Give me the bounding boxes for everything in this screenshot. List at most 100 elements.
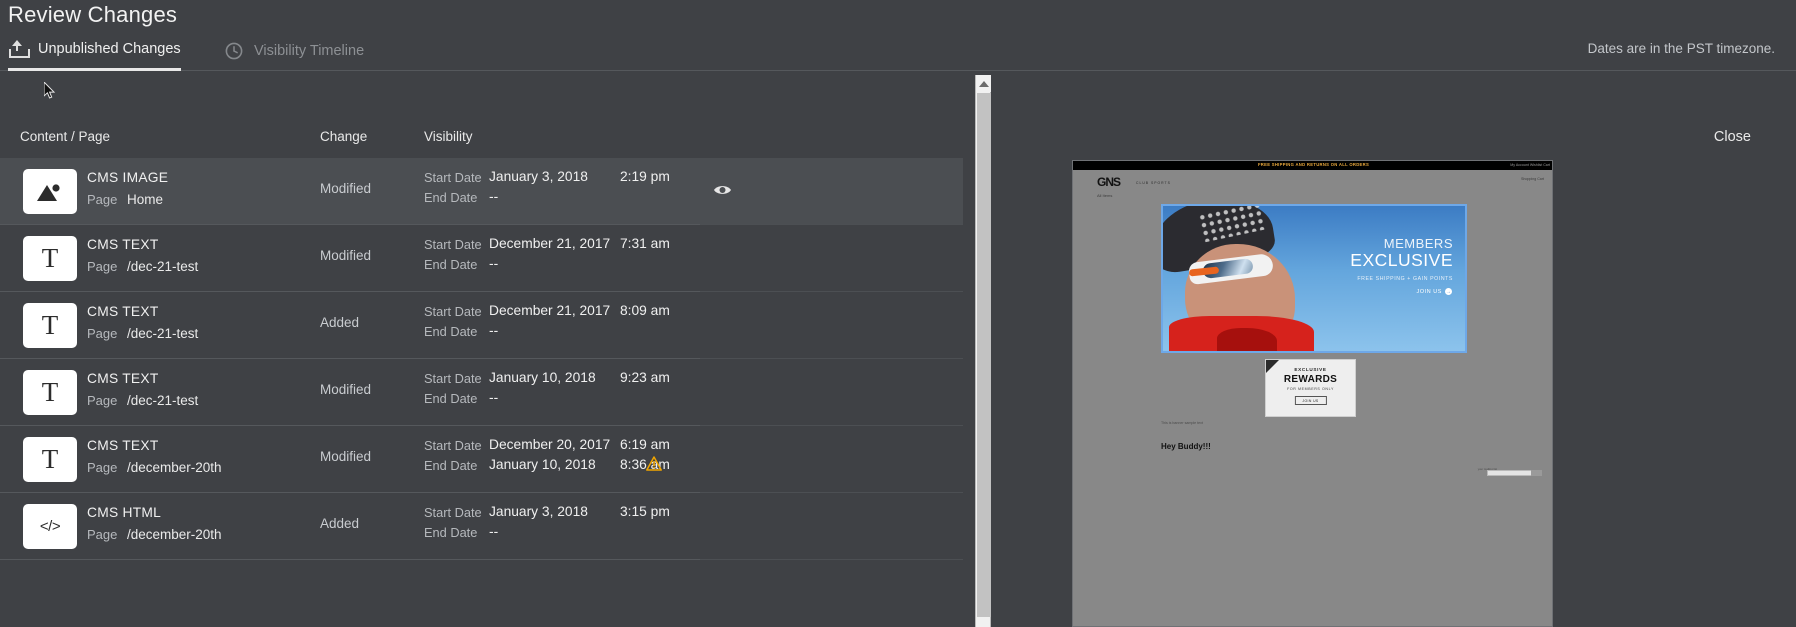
- table-row[interactable]: T CMS TEXT Page/dec-21-test Modified Start D…: [0, 359, 963, 426]
- preview-hero-cta-label: JOIN US: [1416, 288, 1442, 295]
- tab-unpublished-changes[interactable]: Unpublished Changes: [8, 30, 181, 71]
- preview-promo-text: FREE SHIPPING AND RETURNS ON ALL ORDERS: [1257, 162, 1370, 167]
- preview-hero-text: MEMBERS EXCLUSIVE FREE SHIPPING + GAIN P…: [1350, 236, 1453, 282]
- row-content-type: CMS TEXT: [87, 438, 159, 453]
- text-icon: T: [23, 303, 77, 348]
- preview-logo: GNS: [1097, 175, 1121, 189]
- chevron-up-icon: [979, 80, 989, 87]
- row-start-date-label: Start Date: [424, 371, 482, 386]
- row-page-label: Page: [87, 527, 118, 542]
- row-start-date-label: Start Date: [424, 438, 482, 453]
- table-row[interactable]: </> CMS HTML Page/december-20th Added Start …: [0, 493, 963, 560]
- row-content-type: CMS TEXT: [87, 304, 159, 319]
- row-start-date-value: January 3, 2018: [489, 169, 588, 184]
- preview-hero-cta[interactable]: JOIN US →: [1417, 288, 1452, 295]
- tab-unpublished-changes-label: Unpublished Changes: [38, 41, 181, 57]
- preview-rewards-line2: REWARDS: [1283, 374, 1338, 385]
- preview-promo-bar: FREE SHIPPING AND RETURNS ON ALL ORDERS …: [1073, 161, 1552, 170]
- row-page-value: /dec-21-test: [127, 259, 199, 274]
- row-end-time-value: 8:36 am: [620, 457, 670, 472]
- preview-pane: Close FREE SHIPPING AND RETURNS ON ALL O…: [991, 72, 1796, 627]
- html-icon: </>: [23, 504, 77, 549]
- row-page-label: Page: [87, 393, 118, 408]
- row-divider: [0, 559, 700, 560]
- row-start-date-value: December 20, 2017: [489, 437, 611, 452]
- row-start-time-value: 3:15 pm: [620, 504, 670, 519]
- vertical-scrollbar[interactable]: [975, 75, 992, 627]
- row-change-type: Modified: [320, 449, 372, 464]
- row-start-time-value: 6:19 am: [620, 437, 670, 452]
- tab-bar: Unpublished Changes Visibility Timeline: [0, 30, 1796, 71]
- row-page-value: Home: [127, 192, 164, 207]
- image-icon: [23, 169, 77, 214]
- row-page-label: Page: [87, 192, 118, 207]
- changes-table-rows: CMS IMAGE Page Home Modified Start Date Janua…: [0, 158, 963, 560]
- row-end-date-label: End Date: [424, 190, 478, 205]
- row-start-time-value: 9:23 am: [620, 370, 670, 385]
- row-end-date-value: --: [489, 390, 499, 405]
- site-preview-frame[interactable]: FREE SHIPPING AND RETURNS ON ALL ORDERS …: [1072, 160, 1553, 627]
- row-start-time-value: 7:31 am: [620, 236, 670, 251]
- eye-icon[interactable]: [713, 183, 732, 197]
- row-page-label: Page: [87, 460, 118, 475]
- row-start-date-label: Start Date: [424, 237, 482, 252]
- review-changes-screen: Review Changes Unpublished Changes Visib…: [0, 0, 1796, 627]
- table-row[interactable]: CMS IMAGE Page Home Modified Start Date Janua…: [0, 158, 963, 225]
- text-icon: T: [23, 370, 77, 415]
- row-change-type: Modified: [320, 248, 372, 263]
- preview-cart-label: Shopping Cart: [1521, 177, 1544, 181]
- row-content-type: CMS TEXT: [87, 371, 159, 386]
- row-change-type: Added: [320, 315, 360, 330]
- column-header-visibility: Visibility: [424, 129, 473, 144]
- row-start-time-value: 2:19 pm: [620, 169, 670, 184]
- preview-footer-button[interactable]: [1531, 470, 1542, 476]
- warning-triangle-icon[interactable]: [646, 456, 662, 471]
- row-change-type: Modified: [320, 181, 372, 196]
- scroll-up-button[interactable]: [976, 75, 992, 92]
- scrollbar-thumb[interactable]: [977, 93, 991, 617]
- row-content-type: CMS IMAGE: [87, 170, 169, 185]
- row-page-value: /dec-21-test: [127, 326, 199, 341]
- preview-hero-banner: MEMBERS EXCLUSIVE FREE SHIPPING + GAIN P…: [1161, 204, 1467, 353]
- row-content-type: CMS TEXT: [87, 237, 159, 252]
- row-content-type: CMS HTML: [87, 505, 162, 520]
- row-start-date-label: Start Date: [424, 505, 482, 520]
- row-start-time-value: 8:09 am: [620, 303, 670, 318]
- row-start-date-value: January 3, 2018: [489, 504, 588, 519]
- row-page-value: /december-20th: [127, 527, 222, 542]
- row-page-value: /dec-21-test: [127, 393, 199, 408]
- row-end-date-label: End Date: [424, 525, 478, 540]
- preview-hero-line1: MEMBERS: [1383, 236, 1453, 251]
- preview-rewards-card: EXCLUSIVE REWARDS FOR MEMBERS ONLY JOIN …: [1265, 359, 1356, 417]
- preview-hero-line2: EXCLUSIVE: [1350, 250, 1453, 270]
- text-icon: T: [23, 437, 77, 482]
- row-change-type: Added: [320, 516, 360, 531]
- preview-rewards-line1: EXCLUSIVE: [1294, 367, 1327, 372]
- table-header: Content / Page Change Visibility: [0, 72, 963, 158]
- table-row[interactable]: T CMS TEXT Page/dec-21-test Added Start Date…: [0, 292, 963, 359]
- text-icon: T: [23, 236, 77, 281]
- row-end-date-label: End Date: [424, 391, 478, 406]
- table-row[interactable]: T CMS TEXT Page/dec-21-test Modified Start D…: [0, 225, 963, 292]
- row-change-type: Modified: [320, 382, 372, 397]
- preview-logo-subtitle: CLUB SPORTS: [1136, 181, 1171, 185]
- preview-hero-line3: FREE SHIPPING + GAIN POINTS: [1357, 276, 1453, 282]
- tab-visibility-timeline[interactable]: Visibility Timeline: [225, 30, 385, 71]
- close-button[interactable]: Close: [1714, 129, 1751, 145]
- row-end-date-value: --: [489, 256, 499, 271]
- page-title: Review Changes: [8, 2, 178, 27]
- row-end-date-value: --: [489, 189, 499, 204]
- clock-icon: [225, 42, 243, 60]
- table-row[interactable]: T CMS TEXT Page/december-20th Modified Start…: [0, 426, 963, 493]
- row-end-date-value: --: [489, 524, 499, 539]
- preview-rewards-line3: FOR MEMBERS ONLY: [1287, 387, 1334, 391]
- preview-nav-label: All Items: [1097, 193, 1113, 198]
- row-page-label: Page: [87, 259, 118, 274]
- changes-table-pane: Content / Page Change Visibility CMS IMA…: [0, 72, 975, 627]
- preview-rewards-button[interactable]: JOIN US: [1294, 396, 1327, 405]
- row-start-date-label: Start Date: [424, 170, 482, 185]
- column-header-change: Change: [320, 129, 368, 144]
- timezone-note: Dates are in the PST timezone.: [1587, 41, 1775, 56]
- row-end-date-label: End Date: [424, 458, 478, 473]
- preview-hero-photo: [1163, 206, 1315, 351]
